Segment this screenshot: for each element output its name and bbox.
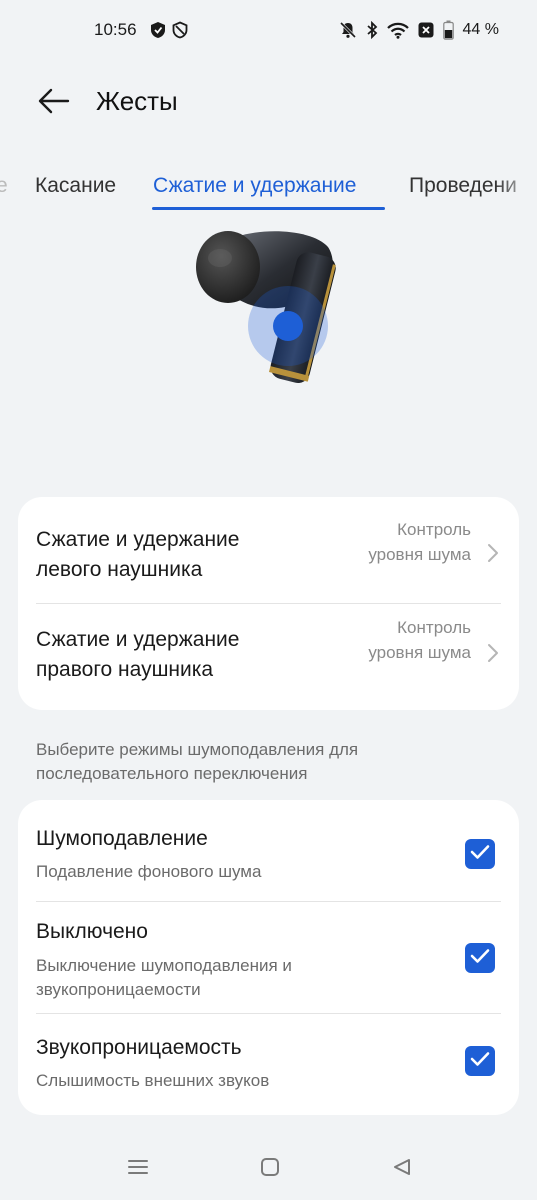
shield-icon: [150, 21, 166, 44]
system-nav-bar: [0, 1140, 537, 1200]
menu-icon: [127, 1158, 149, 1181]
header: Жесты: [0, 80, 537, 126]
chevron-right-icon: [487, 643, 499, 663]
back-button[interactable]: [36, 85, 72, 121]
gesture-value: Контроль уровня шума: [368, 618, 471, 662]
gesture-value: Контроль уровня шума: [368, 520, 471, 564]
back-nav-button[interactable]: [389, 1156, 415, 1182]
mode-row-transparency[interactable]: Звукопроницаемость Слышимость внешних зв…: [18, 1014, 519, 1115]
back-triangle-icon: [392, 1157, 412, 1182]
mode-subtitle: Подавление фонового шума: [36, 862, 262, 881]
touch-point: [273, 311, 303, 341]
home-button[interactable]: [257, 1156, 283, 1182]
checkmark-icon: [470, 948, 490, 969]
tab-previous[interactable]: е: [0, 174, 8, 198]
transparency-checkbox[interactable]: [465, 1046, 495, 1076]
status-bar: 10:56 44 %: [0, 0, 537, 62]
chevron-right-icon: [487, 543, 499, 563]
mode-title: Шумоподавление: [36, 827, 208, 850]
left-earbud-gesture-row[interactable]: Сжатие и удержание левого наушника Контр…: [18, 497, 519, 603]
tab-swipe[interactable]: Проведени: [409, 174, 517, 198]
mute-bell-icon: [339, 21, 357, 39]
tab-squeeze-hold[interactable]: Сжатие и удержание: [153, 174, 356, 198]
noise-modes-card: Шумоподавление Подавление фонового шума …: [18, 800, 519, 1115]
mode-subtitle: Слышимость внешних звуков: [36, 1071, 270, 1090]
status-time: 10:56: [94, 20, 137, 39]
earbud-illustration: [190, 222, 350, 392]
page-title: Жесты: [96, 86, 178, 116]
bluetooth-icon: [366, 21, 378, 39]
mode-title: Звукопроницаемость: [36, 1036, 242, 1059]
noise-cancelling-checkbox[interactable]: [465, 839, 495, 869]
mode-title: Выключено: [36, 920, 148, 943]
noise-modes-hint: Выберите режимы шумоподавления для после…: [36, 740, 359, 783]
menu-button[interactable]: [125, 1156, 151, 1182]
mode-row-noise-cancelling[interactable]: Шумоподавление Подавление фонового шума: [18, 800, 519, 902]
mode-row-off[interactable]: Выключено Выключение шумоподавления и зв…: [18, 902, 519, 1014]
gesture-title: Сжатие и удержание левого наушника: [36, 528, 240, 581]
tab-tap[interactable]: Касание: [35, 174, 116, 198]
off-checkbox[interactable]: [465, 943, 495, 973]
shield-outline-icon: [172, 21, 188, 44]
wifi-icon: [386, 22, 409, 39]
mode-subtitle: Выключение шумоподавления и звукопроница…: [36, 956, 292, 999]
gesture-settings-card: Сжатие и удержание левого наушника Контр…: [18, 497, 519, 710]
right-earbud-gesture-row[interactable]: Сжатие и удержание правого наушника Конт…: [18, 603, 519, 709]
checkmark-icon: [470, 1051, 490, 1072]
active-tab-indicator: [152, 207, 385, 210]
arrow-left-icon: [38, 88, 70, 119]
gesture-tabs: е Касание Сжатие и удержание Проведени: [0, 170, 537, 214]
gesture-title: Сжатие и удержание правого наушника: [36, 628, 240, 681]
home-square-icon: [260, 1157, 280, 1182]
battery-percent: 44 %: [462, 21, 499, 38]
battery-saver-icon: [418, 22, 434, 38]
checkmark-icon: [470, 844, 490, 865]
battery-icon: [442, 20, 454, 40]
